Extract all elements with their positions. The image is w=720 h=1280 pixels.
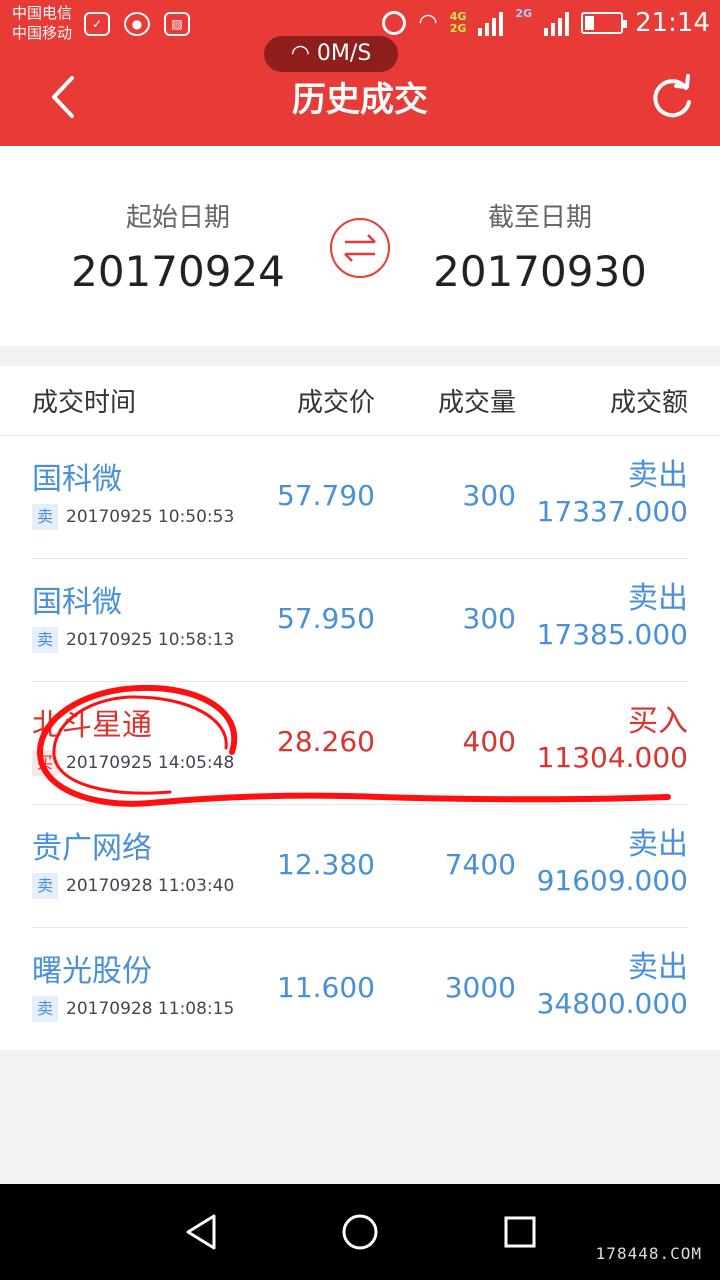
sync-notification-icon: ● bbox=[124, 12, 150, 36]
trade-type-tag: 买 bbox=[32, 750, 58, 776]
column-header-price: 成交价 bbox=[296, 388, 375, 418]
trade-quantity: 3000 bbox=[444, 971, 516, 1004]
trade-timestamp: 20170925 10:50:53 bbox=[66, 507, 235, 527]
trade-quantity: 300 bbox=[462, 602, 516, 635]
signal-icon-2 bbox=[544, 10, 570, 36]
stock-name: 北斗星通 bbox=[32, 708, 152, 743]
trade-amount: 11304.000 bbox=[536, 741, 688, 774]
screen: 中国电信 中国移动 ✓ ● ▨ ◠ 4G 2G 2G 21:14 ◠ 0M/S … bbox=[0, 0, 720, 1280]
trade-amount: 17385.000 bbox=[536, 618, 688, 651]
back-button[interactable] bbox=[42, 74, 88, 120]
chevron-left-icon bbox=[52, 76, 74, 118]
nav-home-button[interactable] bbox=[340, 1212, 380, 1252]
trade-quantity: 7400 bbox=[444, 848, 516, 881]
trade-quantity: 300 bbox=[462, 479, 516, 512]
alarm-icon bbox=[382, 11, 407, 35]
nav-recent-button[interactable] bbox=[500, 1212, 540, 1252]
trade-side: 卖出 bbox=[628, 827, 688, 862]
trade-timestamp: 20170925 10:58:13 bbox=[66, 630, 235, 650]
trade-side: 买入 bbox=[628, 704, 688, 739]
trade-side: 卖出 bbox=[628, 581, 688, 616]
trade-type-tag: 卖 bbox=[32, 996, 58, 1022]
android-nav-bar: 178448.COM bbox=[0, 1184, 720, 1280]
wifi-status-icon: ◠ bbox=[418, 10, 438, 35]
triangle-back-icon bbox=[186, 1214, 216, 1250]
trade-timestamp: 20170925 14:05:48 bbox=[66, 753, 235, 773]
wifi-icon: ◠ bbox=[290, 41, 317, 66]
refresh-icon bbox=[653, 74, 691, 118]
start-date-picker[interactable]: 起始日期 20170924 bbox=[28, 198, 328, 302]
trade-type-tag: 卖 bbox=[32, 504, 58, 530]
stock-name: 国科微 bbox=[32, 462, 122, 497]
trade-price: 12.380 bbox=[277, 848, 375, 881]
start-date-value: 20170924 bbox=[71, 247, 285, 296]
trade-amount: 34800.000 bbox=[536, 987, 688, 1020]
table-row[interactable]: 曙光股份 卖 20170928 11:08:15 11.600 3000 卖出 … bbox=[32, 928, 688, 1051]
column-header-time: 成交时间 bbox=[32, 388, 137, 418]
table-row[interactable]: 北斗星通 买 20170925 14:05:48 28.260 400 买入 1… bbox=[32, 682, 688, 805]
table-header: 成交时间 成交价 成交量 成交额 bbox=[0, 366, 720, 436]
stock-name: 曙光股份 bbox=[32, 954, 152, 989]
status-notification-icons: ✓ ● ▨ bbox=[84, 12, 190, 36]
trade-side: 卖出 bbox=[628, 950, 688, 985]
table-row[interactable]: 贵广网络 卖 20170928 11:03:40 12.380 7400 卖出 … bbox=[32, 805, 688, 928]
status-system-icons: ◠ 4G 2G 2G 21:14 bbox=[382, 8, 710, 38]
date-range-panel: 起始日期 20170924 截至日期 20170930 bbox=[0, 146, 720, 346]
carrier-1: 中国电信 bbox=[12, 4, 73, 22]
trade-type-tag: 卖 bbox=[32, 627, 58, 653]
shield-notification-icon: ✓ bbox=[84, 12, 110, 36]
app-header: 中国电信 中国移动 ✓ ● ▨ ◠ 4G 2G 2G 21:14 ◠ 0M/S … bbox=[0, 0, 720, 146]
nav-back-button[interactable] bbox=[182, 1212, 222, 1252]
trade-amount: 91609.000 bbox=[536, 864, 688, 897]
image-notification-icon: ▨ bbox=[164, 12, 190, 36]
trade-timestamp: 20170928 11:08:15 bbox=[66, 999, 235, 1019]
status-time: 21:14 bbox=[635, 8, 710, 38]
circle-home-icon bbox=[342, 1214, 378, 1250]
trade-price: 28.260 bbox=[277, 725, 375, 758]
carrier-names: 中国电信 中国移动 bbox=[12, 3, 72, 43]
refresh-button[interactable] bbox=[648, 74, 696, 122]
trade-type-tag: 卖 bbox=[32, 873, 58, 899]
net-2g-label-b: 2G bbox=[515, 7, 533, 20]
trade-timestamp: 20170928 11:03:40 bbox=[66, 876, 235, 896]
stock-name: 贵广网络 bbox=[32, 831, 152, 866]
trade-quantity: 400 bbox=[462, 725, 516, 758]
battery-icon bbox=[581, 12, 628, 34]
stock-name: 国科微 bbox=[32, 585, 122, 620]
column-header-quantity: 成交量 bbox=[437, 388, 516, 418]
swap-dates-button[interactable] bbox=[330, 218, 390, 278]
end-date-label: 截至日期 bbox=[487, 203, 592, 233]
trade-side: 卖出 bbox=[628, 458, 688, 493]
watermark: 178448.COM bbox=[595, 1244, 702, 1263]
end-date-value: 20170930 bbox=[433, 247, 647, 296]
network-speed-value: 0M/S bbox=[316, 41, 372, 66]
signal-icon-1 bbox=[478, 10, 504, 36]
table-row[interactable]: 国科微 卖 20170925 10:58:13 57.950 300 卖出 17… bbox=[32, 559, 688, 682]
trade-price: 57.790 bbox=[277, 479, 375, 512]
carrier-2: 中国移动 bbox=[12, 24, 73, 42]
column-header-amount: 成交额 bbox=[609, 388, 688, 418]
start-date-label: 起始日期 bbox=[125, 203, 230, 233]
net-2g-label-a: 2G bbox=[449, 22, 467, 35]
swap-arrows-icon bbox=[344, 234, 376, 262]
page-title: 历史成交 bbox=[292, 80, 428, 120]
table-row[interactable]: 国科微 卖 20170925 10:50:53 57.790 300 卖出 17… bbox=[32, 436, 688, 559]
trade-price: 11.600 bbox=[277, 971, 375, 1004]
trade-amount: 17337.000 bbox=[536, 495, 688, 528]
end-date-picker[interactable]: 截至日期 20170930 bbox=[390, 198, 690, 302]
trade-history-table: 成交时间 成交价 成交量 成交额 国科微 卖 20170925 10:50:53… bbox=[0, 366, 720, 1050]
network-speed-badge: ◠ 0M/S bbox=[264, 36, 398, 72]
trade-price: 57.950 bbox=[277, 602, 375, 635]
square-recent-icon bbox=[504, 1216, 536, 1248]
